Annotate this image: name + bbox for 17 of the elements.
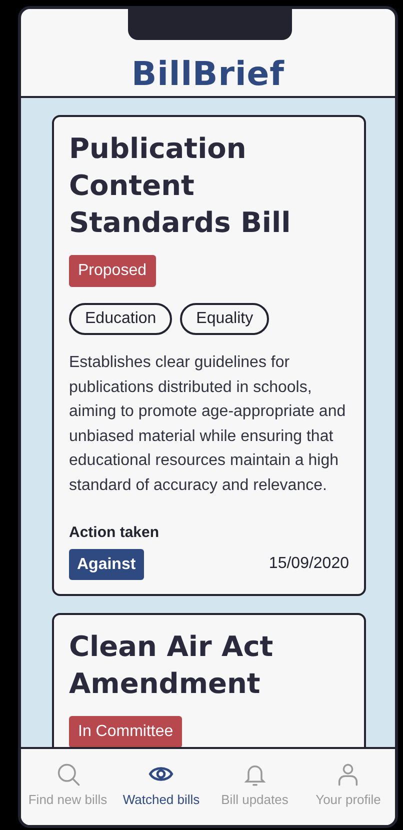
status-label: In Committee — [69, 716, 182, 747]
nav-tab[interactable]: Your profile — [302, 749, 395, 825]
nav-tab[interactable]: Bill updates — [208, 749, 302, 825]
bill-card[interactable]: Clean Air Act Amendment In Committee — [52, 612, 366, 747]
bill-title: Publication Content Standards Bill — [69, 131, 292, 241]
topic-tag: Equality — [180, 303, 270, 335]
bill-card[interactable] — [52, 115, 366, 596]
nav-tab[interactable]: Find new bills — [21, 749, 114, 825]
status-label: Proposed — [69, 255, 156, 287]
bill-title: Clean Air Act Amendment — [69, 628, 274, 702]
nav-tab[interactable]: Watched bills — [114, 749, 208, 825]
vote-label: Against — [69, 548, 144, 580]
app-title: BillBrief — [131, 54, 285, 94]
bill-description: Establishes clear guidelines for publications distributed in schools, aiming to promote age-appropriate and unbiased material while ensuring that educational resources maintain a high standard of accuracy and relevance. — [69, 353, 347, 496]
action-heading: Action taken — [69, 523, 160, 543]
action-date: 15/09/2020 — [268, 554, 349, 574]
topic-tag: Education — [69, 303, 172, 335]
